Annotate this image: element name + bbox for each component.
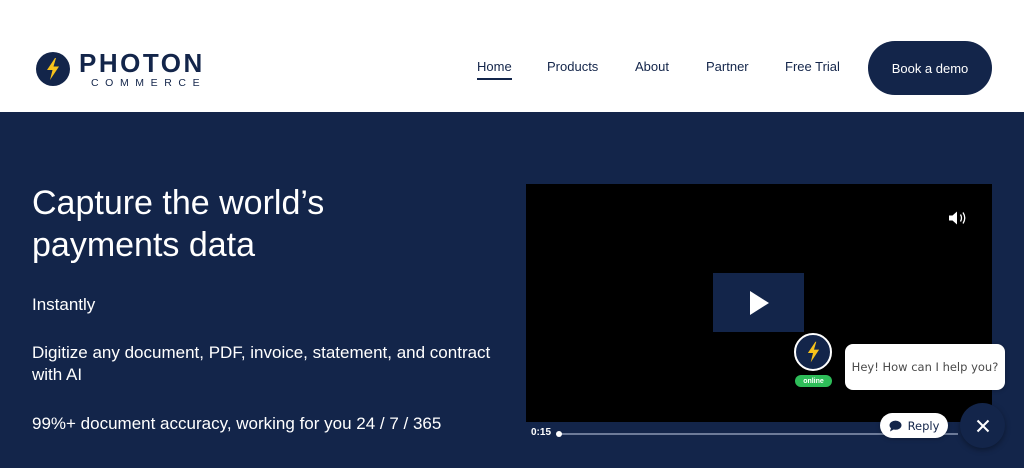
logo-name: PHOTON xyxy=(79,48,205,78)
chat-bubble-icon xyxy=(889,420,902,431)
nav-free-trial[interactable]: Free Trial xyxy=(785,59,840,74)
chat-avatar[interactable] xyxy=(794,333,832,371)
hero-description: Digitize any document, PDF, invoice, sta… xyxy=(32,343,491,384)
bolt-icon xyxy=(36,52,70,87)
video-scrub-handle[interactable] xyxy=(556,431,562,437)
hero-tagline: Instantly xyxy=(32,295,96,314)
chat-greeting-text: Hey! How can I help you? xyxy=(851,360,999,374)
play-button[interactable] xyxy=(713,273,804,332)
chat-reply-button[interactable]: Reply xyxy=(880,413,948,438)
online-status-badge: online xyxy=(795,375,832,387)
play-icon xyxy=(749,290,769,315)
bolt-icon xyxy=(807,341,819,363)
video-player[interactable]: 0:15 xyxy=(526,184,992,446)
nav-products[interactable]: Products xyxy=(547,59,598,74)
logo-subtitle: COMMERCE xyxy=(91,77,207,89)
book-demo-button[interactable]: Book a demo xyxy=(868,41,992,95)
hero-title: Capture the world’s payments data xyxy=(32,184,325,264)
chat-reply-label: Reply xyxy=(907,418,940,433)
nav-partner[interactable]: Partner xyxy=(706,59,749,74)
hero-accuracy: 99%+ document accuracy, working for you … xyxy=(32,414,442,433)
nav-home[interactable]: Home xyxy=(477,59,512,80)
volume-icon[interactable] xyxy=(948,210,968,231)
logo[interactable]: PHOTON COMMERCE xyxy=(36,50,206,89)
site-header: PHOTON COMMERCE Home Products About Part… xyxy=(0,0,1024,112)
hero-section: Capture the world’s payments data Instan… xyxy=(0,112,1024,468)
close-icon xyxy=(976,419,989,432)
chat-close-button[interactable] xyxy=(960,403,1005,448)
chat-greeting-bubble[interactable]: Hey! How can I help you? xyxy=(845,344,1005,390)
video-current-time: 0:15 xyxy=(531,427,552,438)
nav-about[interactable]: About xyxy=(635,59,669,74)
